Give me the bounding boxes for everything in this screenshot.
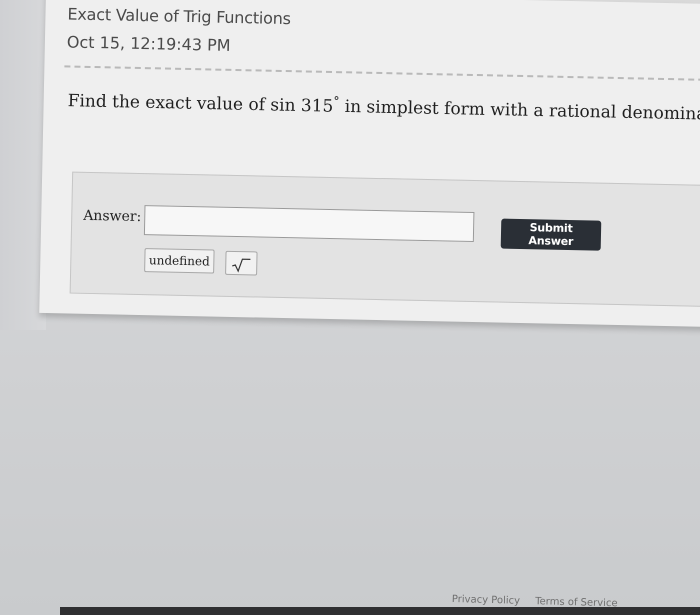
answer-label: Answer: [83,207,142,226]
answer-input[interactable] [143,205,475,243]
monitor-bezel [60,607,700,615]
question-suffix: in simplest form with a rational denomin… [339,96,700,125]
square-root-button[interactable] [225,250,258,276]
header-divider [64,65,700,81]
answer-panel: Answer: Submit Answer undefined [69,171,700,308]
assignment-title: Exact Value of Trig Functions [67,4,292,29]
undefined-button[interactable]: undefined [144,248,215,274]
square-root-icon [232,258,251,273]
question-prefix: Find the exact value of sin 315 [67,91,334,117]
timestamp: Oct 15, 12:19:43 PM [66,32,231,55]
question-card: Exact Value of Trig Functions Oct 15, 12… [39,0,700,328]
privacy-policy-link[interactable]: Privacy Policy [452,594,520,607]
submit-answer-button[interactable]: Submit Answer [500,218,602,251]
question-text: Find the exact value of sin 315° in simp… [67,88,700,124]
